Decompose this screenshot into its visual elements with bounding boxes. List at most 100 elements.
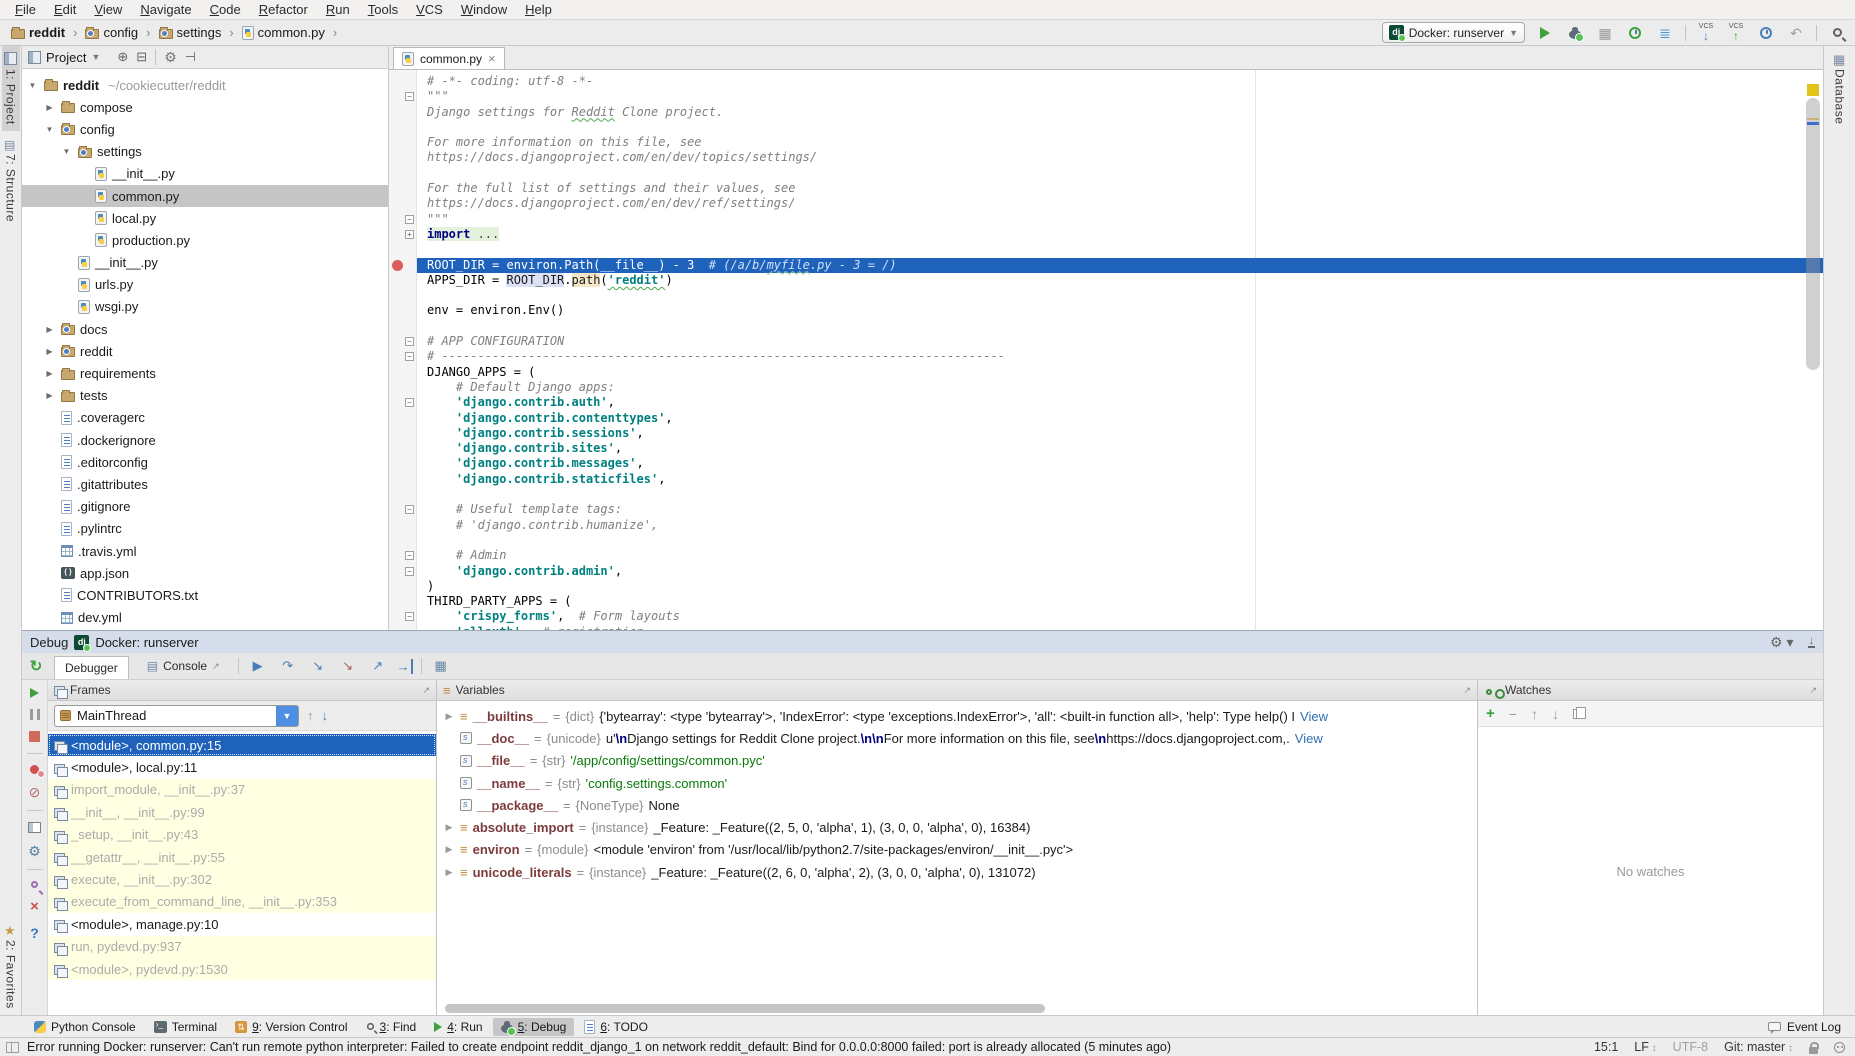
variable-row[interactable]: ▶environ={module}<module 'environ' from … xyxy=(437,839,1477,861)
stripe-tab-7-structure[interactable]: 7: Structure xyxy=(2,131,20,228)
thread-select[interactable]: MainThread ▼ xyxy=(54,705,299,727)
duplicate-watch-button[interactable] xyxy=(1573,709,1581,719)
tree-item[interactable]: app.json xyxy=(22,562,388,584)
locate-file-button[interactable]: ⊕ xyxy=(117,49,128,65)
hide-panel-button[interactable]: ⊣ xyxy=(185,49,196,65)
debug-button[interactable] xyxy=(1565,23,1585,43)
menu-edit[interactable]: Edit xyxy=(45,2,85,17)
menu-tools[interactable]: Tools xyxy=(359,2,407,17)
tree-item[interactable]: dev.yml xyxy=(22,607,388,629)
frame-row[interactable]: __getattr__, __init__.py:55 xyxy=(48,846,436,868)
fold-toggle[interactable]: − xyxy=(405,612,414,621)
tree-item[interactable]: common.py xyxy=(22,185,388,207)
editor-scrollbar[interactable] xyxy=(1803,70,1823,630)
line-separator-select[interactable]: LF ↕ xyxy=(1634,1040,1656,1054)
menu-view[interactable]: View xyxy=(85,2,131,17)
variable-row[interactable]: __file__={str}'/app/config/settings/comm… xyxy=(437,750,1477,772)
editor-gutter[interactable]: −−+−−−−−−− xyxy=(389,70,417,630)
frame-row[interactable]: import_module, __init__.py:37 xyxy=(48,779,436,801)
expand-arrow-icon[interactable]: ▶ xyxy=(443,822,455,833)
breadcrumb-item[interactable]: settings xyxy=(156,24,225,41)
tree-item[interactable]: ▼reddit~/cookiecutter/reddit xyxy=(22,74,388,96)
variable-row[interactable]: __doc__={unicode}u'\nDjango settings for… xyxy=(437,727,1477,749)
stripe-tab-1-project[interactable]: 1: Project xyxy=(2,46,20,131)
breadcrumb-item[interactable]: config xyxy=(82,24,141,41)
variable-row[interactable]: __name__={str}'config.settings.common' xyxy=(437,772,1477,794)
tree-item[interactable]: .coveragerc xyxy=(22,407,388,429)
tab-console[interactable]: ▤ Console ↗ xyxy=(137,656,230,677)
coverage-button[interactable]: ▦ xyxy=(1595,23,1615,43)
running-processes-button[interactable]: ≣ xyxy=(1655,23,1675,43)
tree-item[interactable]: .travis.yml xyxy=(22,540,388,562)
variable-row[interactable]: __package__={NoneType}None xyxy=(437,794,1477,816)
run-configuration-select[interactable]: dj Docker: runserver ▼ xyxy=(1382,22,1525,43)
menu-file[interactable]: File xyxy=(6,2,45,17)
tree-item[interactable]: ▼settings xyxy=(22,141,388,163)
menu-run[interactable]: Run xyxy=(317,2,359,17)
variable-row[interactable]: ▶absolute_import={instance}_Feature: _Fe… xyxy=(437,816,1477,838)
menu-window[interactable]: Window xyxy=(452,2,516,17)
restore-layout-button[interactable] xyxy=(28,822,41,833)
tab-debugger[interactable]: Debugger xyxy=(54,656,129,679)
close-tab-icon[interactable]: × xyxy=(488,51,496,66)
step-out-button[interactable]: ↗ xyxy=(367,658,389,674)
resume-button[interactable] xyxy=(30,688,39,698)
pin-tab-button[interactable] xyxy=(31,881,38,888)
menu-code[interactable]: Code xyxy=(201,2,250,17)
read-only-lock-icon[interactable] xyxy=(1809,1047,1818,1054)
frame-row[interactable]: execute_from_command_line, __init__.py:3… xyxy=(48,891,436,913)
error-stripe-mark[interactable] xyxy=(1807,122,1819,125)
tree-item[interactable]: .gitignore xyxy=(22,496,388,518)
rerun-button[interactable]: ↻ xyxy=(26,656,46,676)
close-button[interactable]: × xyxy=(30,899,39,914)
tool-tab-python-console[interactable]: Python Console xyxy=(26,1018,144,1036)
error-stripe-mark[interactable] xyxy=(1807,118,1819,120)
tree-item[interactable]: CONTRIBUTORS.txt xyxy=(22,584,388,606)
tree-item[interactable]: ▶docs xyxy=(22,318,388,340)
remove-watch-button[interactable]: − xyxy=(1509,706,1517,722)
expand-arrow-icon[interactable]: ▶ xyxy=(443,844,455,855)
frame-row[interactable]: _setup, __init__.py:43 xyxy=(48,824,436,846)
frame-row[interactable]: <module>, pydevd.py:1530 xyxy=(48,958,436,980)
next-frame-button[interactable]: ↓ xyxy=(322,708,329,723)
vcs-commit-button[interactable]: VCS↑ xyxy=(1726,23,1746,43)
run-to-cursor-button[interactable]: → xyxy=(397,659,413,674)
tool-window-toggle-icon[interactable] xyxy=(6,1042,19,1053)
menu-refactor[interactable]: Refactor xyxy=(250,2,317,17)
force-step-into-button[interactable]: ↘ xyxy=(337,658,359,674)
fold-toggle[interactable]: − xyxy=(405,398,414,407)
frame-row[interactable]: <module>, manage.py:10 xyxy=(48,913,436,935)
fold-toggle[interactable]: − xyxy=(405,92,414,101)
tree-item[interactable]: ▶compose xyxy=(22,96,388,118)
menu-help[interactable]: Help xyxy=(516,2,561,17)
highlighting-level-icon[interactable] xyxy=(1834,1042,1845,1053)
inspection-status-icon[interactable] xyxy=(1807,84,1819,96)
move-watch-up-button[interactable]: ↑ xyxy=(1531,706,1538,722)
debug-settings-gear-icon[interactable]: ⚙ ▾ xyxy=(1770,635,1793,649)
expand-arrow-icon[interactable]: ▶ xyxy=(443,867,455,878)
fold-toggle[interactable]: − xyxy=(405,567,414,576)
code-editor[interactable]: # -*- coding: utf-8 -*-"""Django setting… xyxy=(417,70,1823,630)
pause-button[interactable] xyxy=(30,709,40,720)
profiler-button[interactable] xyxy=(1625,23,1645,43)
menu-navigate[interactable]: Navigate xyxy=(131,2,200,17)
tool-tab-find[interactable]: 3: Find xyxy=(358,1018,425,1036)
caret-position[interactable]: 15:1 xyxy=(1594,1040,1618,1054)
stripe-tab-2-favorites[interactable]: 2: Favorites xyxy=(2,917,20,1015)
encoding-select[interactable]: UTF-8 xyxy=(1673,1040,1708,1054)
view-breakpoints-button[interactable] xyxy=(30,765,39,774)
stripe-tab-database[interactable]: Database xyxy=(1831,46,1849,130)
settings-gear-icon[interactable]: ⚙ xyxy=(164,50,177,64)
thread-dropdown-button[interactable]: ▼ xyxy=(276,705,298,727)
frame-row[interactable]: <module>, common.py:15 xyxy=(48,734,436,756)
git-branch-select[interactable]: Git: master ↕ xyxy=(1724,1040,1793,1054)
tree-item[interactable]: urls.py xyxy=(22,274,388,296)
step-into-button[interactable]: ↘ xyxy=(307,658,329,674)
vcs-update-button[interactable]: VCS↓ xyxy=(1696,23,1716,43)
tree-item[interactable]: .pylintrc xyxy=(22,518,388,540)
editor-tab-common-py[interactable]: common.py × xyxy=(393,47,505,69)
fold-toggle[interactable]: − xyxy=(405,215,414,224)
chevron-down-icon[interactable]: ▼ xyxy=(91,52,100,62)
run-button[interactable] xyxy=(1535,23,1555,43)
scrollbar-thumb[interactable] xyxy=(1806,98,1820,370)
